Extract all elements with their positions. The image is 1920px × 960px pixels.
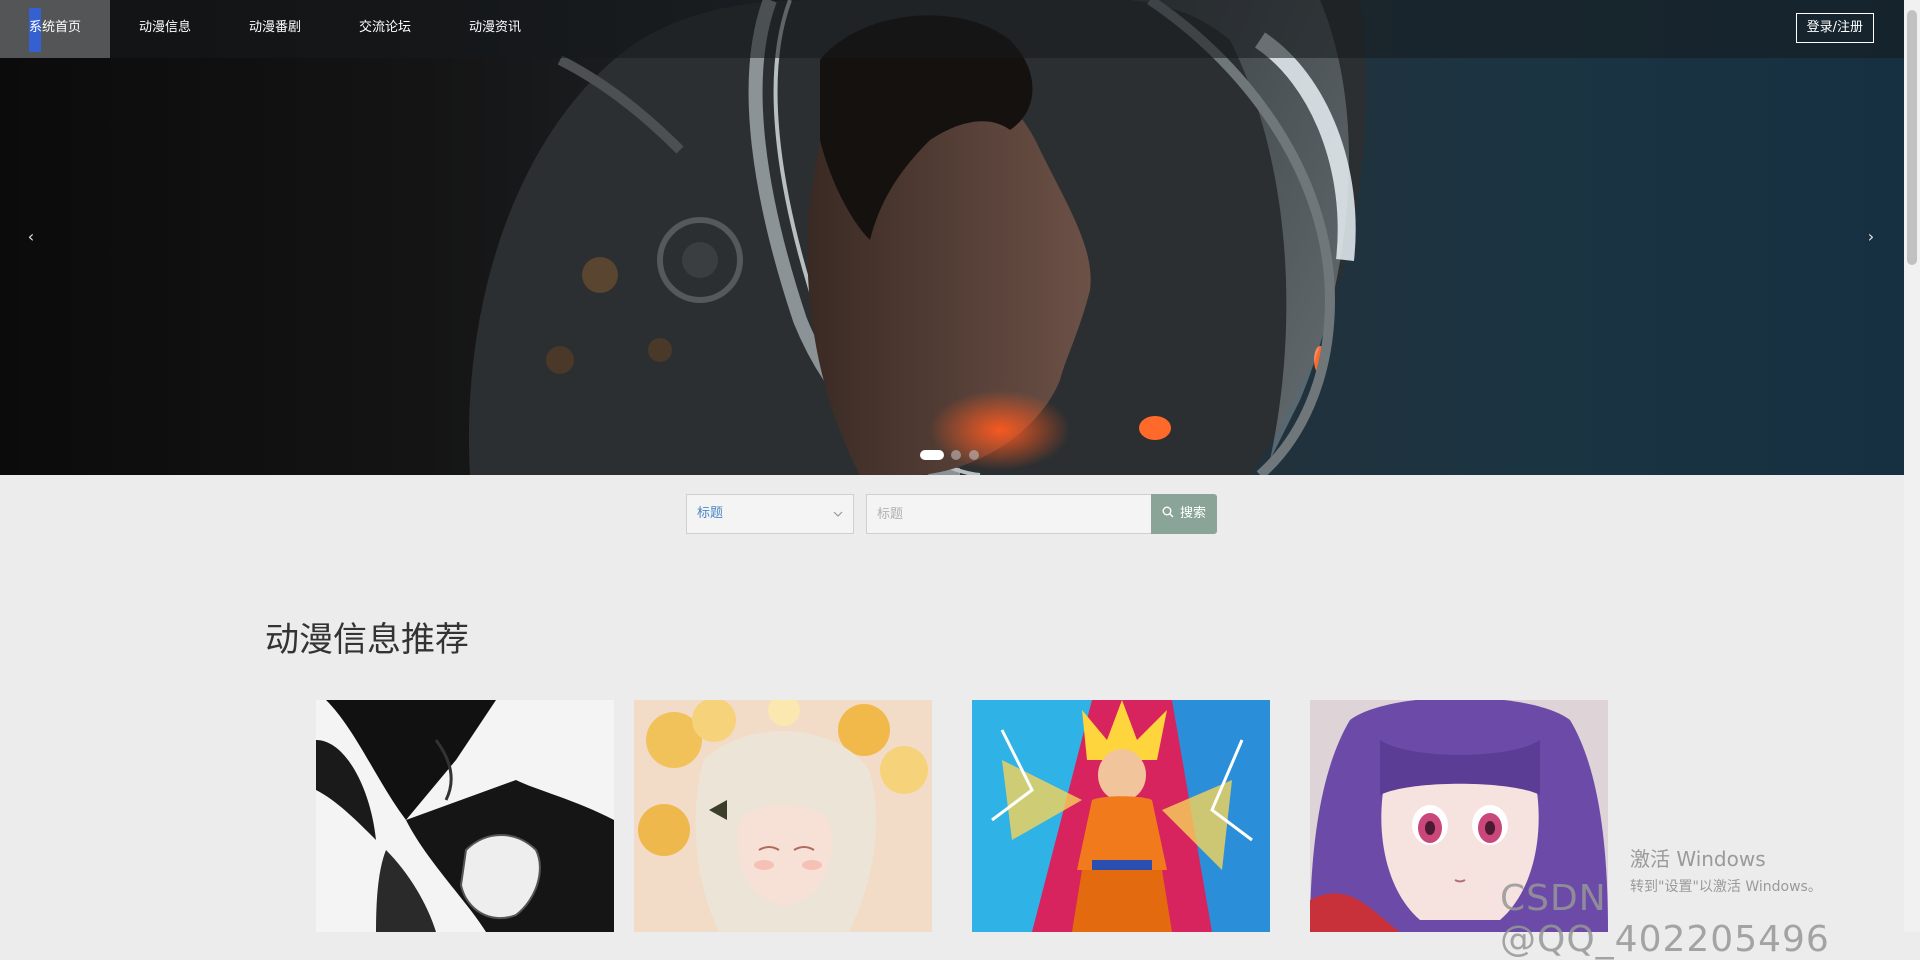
search-icon bbox=[1162, 506, 1174, 518]
login-register-button[interactable]: 登录/注册 bbox=[1795, 13, 1874, 43]
nav-item-anime-news[interactable]: 动漫资讯 bbox=[440, 0, 550, 58]
recommendation-card[interactable] bbox=[972, 700, 1270, 932]
search-input[interactable] bbox=[866, 494, 1152, 534]
floral-anime-girl-image bbox=[634, 700, 932, 932]
windows-activate-title: 激活 Windows bbox=[1630, 847, 1766, 871]
section-title: 动漫信息推荐 bbox=[265, 620, 469, 660]
monochrome-anime-couple-image bbox=[316, 700, 614, 932]
csdn-watermark: CSDN @QQ_402205496 bbox=[1500, 878, 1830, 960]
chevron-down-icon bbox=[833, 511, 843, 517]
search-button[interactable]: 搜索 bbox=[1151, 494, 1217, 534]
carousel-slide-image bbox=[468, 0, 1366, 475]
scrollbar-thumb[interactable] bbox=[1907, 10, 1917, 265]
nav-item-anime-info[interactable]: 动漫信息 bbox=[110, 0, 220, 58]
nav-item-label: 动漫番剧 bbox=[248, 20, 301, 35]
nav-item-anime-series[interactable]: 动漫番剧 bbox=[220, 0, 330, 58]
nav-item-label: 动漫信息 bbox=[138, 20, 191, 35]
super-saiyan-anime-image bbox=[972, 700, 1270, 932]
recommendation-card[interactable] bbox=[634, 700, 932, 932]
carousel-dot[interactable] bbox=[951, 450, 961, 460]
nav-item-label: 交流论坛 bbox=[358, 20, 411, 35]
carousel-prev-button[interactable]: ‹ bbox=[16, 222, 46, 252]
nav-item-home[interactable]: 系统首页 bbox=[0, 0, 110, 58]
top-navigation-bar: 系统首页 动漫信息 动漫番剧 交流论坛 动漫资讯 登录/注册 bbox=[0, 0, 1904, 58]
chevron-right-icon: › bbox=[1867, 227, 1875, 246]
nav-item-label: 动漫资讯 bbox=[468, 20, 521, 35]
chevron-left-icon: ‹ bbox=[27, 227, 35, 246]
hero-carousel bbox=[0, 0, 1904, 475]
search-button-label: 搜索 bbox=[1179, 506, 1206, 521]
nav-item-label: 系统首页 bbox=[28, 20, 81, 35]
carousel-dot[interactable] bbox=[969, 450, 979, 460]
carousel-dot[interactable] bbox=[920, 450, 944, 460]
carousel-next-button[interactable]: › bbox=[1856, 222, 1886, 252]
search-field-select-value: 标题 bbox=[697, 506, 724, 521]
nav-item-forum[interactable]: 交流论坛 bbox=[330, 0, 440, 58]
recommendation-card[interactable] bbox=[316, 700, 614, 932]
search-field-select[interactable]: 标题 bbox=[686, 494, 854, 534]
page-scrollbar[interactable] bbox=[1904, 0, 1920, 932]
